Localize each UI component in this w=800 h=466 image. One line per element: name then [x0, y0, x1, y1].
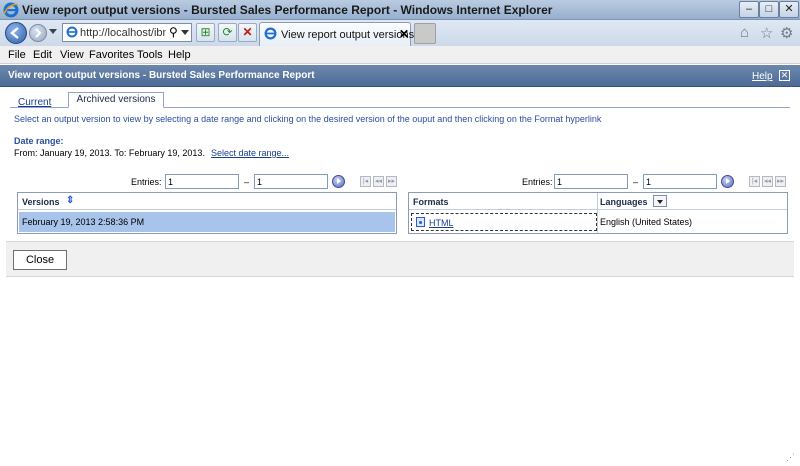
- previous-page-icon[interactable]: ◂◂: [762, 176, 773, 187]
- stop-button[interactable]: ✕: [238, 23, 257, 42]
- menu-help[interactable]: Help: [168, 49, 191, 61]
- window-title: View report output versions - Bursted Sa…: [22, 3, 553, 17]
- arrow-right-icon: [35, 28, 42, 38]
- maximize-button[interactable]: □: [759, 1, 779, 18]
- first-page-icon[interactable]: |◂: [360, 176, 371, 187]
- format-cell[interactable]: HTML: [411, 213, 597, 231]
- address-bar[interactable]: http://localhost/ibmcog ⚲: [62, 23, 192, 42]
- go-icon[interactable]: [721, 175, 734, 188]
- refresh-button[interactable]: ⟳: [218, 23, 237, 42]
- menu-file[interactable]: File: [8, 49, 26, 61]
- menu-tools[interactable]: Tools: [137, 49, 163, 61]
- favorites-star-icon[interactable]: ☆: [760, 24, 773, 42]
- footer-bar: Close: [6, 241, 794, 277]
- back-button[interactable]: [5, 22, 27, 44]
- language-value: English (United States): [600, 217, 693, 227]
- sort-icon[interactable]: ⇕: [66, 195, 74, 206]
- menu-favorites[interactable]: Favorites: [89, 49, 134, 61]
- window-close-button[interactable]: ✕: [779, 1, 799, 18]
- first-page-icon[interactable]: |◂: [749, 176, 760, 187]
- tab-archived-versions[interactable]: Archived versions: [68, 92, 164, 108]
- table-row[interactable]: February 19, 2013 2:58:36 PM: [19, 212, 395, 232]
- versions-table: Versions ⇕ February 19, 2013 2:58:36 PM: [17, 192, 397, 234]
- chevron-down-icon[interactable]: [181, 30, 189, 35]
- next-page-icon[interactable]: ▸▸: [386, 176, 397, 187]
- window-titlebar: View report output versions - Bursted Sa…: [0, 0, 800, 20]
- menu-edit[interactable]: Edit: [33, 49, 52, 61]
- gear-icon[interactable]: ⚙: [780, 24, 793, 42]
- entries-dash: –: [244, 177, 250, 187]
- browser-tab[interactable]: View report output versions ... ✕: [259, 22, 426, 46]
- entries-from-input[interactable]: [165, 174, 239, 189]
- new-tab-button[interactable]: [414, 23, 436, 44]
- ie-page-icon: [264, 27, 277, 40]
- formats-table: Formats Languages HTML English (United S…: [408, 192, 788, 234]
- resize-grip-icon[interactable]: ⋰: [786, 452, 798, 464]
- html-format-link[interactable]: HTML: [429, 218, 454, 228]
- internet-explorer-icon: [3, 2, 19, 18]
- close-button[interactable]: Close: [13, 250, 67, 270]
- menu-view[interactable]: View: [60, 49, 84, 61]
- date-range-text: From: January 19, 2013. To: February 19,…: [14, 148, 205, 158]
- entries-label: Entries:: [522, 177, 553, 187]
- refresh-icon: ⟳: [222, 25, 233, 39]
- column-divider: [597, 193, 598, 233]
- next-page-icon[interactable]: ▸▸: [775, 176, 786, 187]
- entries-label: Entries:: [131, 177, 162, 187]
- page-header: View report output versions - Bursted Sa…: [0, 65, 800, 87]
- close-page-icon[interactable]: ✕: [779, 70, 790, 81]
- ie-page-icon: [66, 26, 78, 38]
- date-range-heading: Date range:: [14, 136, 64, 146]
- entries-to-input[interactable]: [254, 174, 328, 189]
- versions-column-header[interactable]: Versions: [22, 197, 60, 207]
- home-icon[interactable]: ⌂: [740, 24, 749, 41]
- languages-dropdown[interactable]: [653, 195, 667, 207]
- tab-current[interactable]: Current: [18, 97, 51, 108]
- versions-pager: Entries: – |◂ ◂◂ ▸▸: [131, 174, 401, 190]
- instructions-text: Select an output version to view by sele…: [14, 114, 602, 124]
- entries-to-input[interactable]: [643, 174, 717, 189]
- page-title: View report output versions - Bursted Sa…: [8, 70, 315, 81]
- stop-icon: ✕: [242, 25, 253, 39]
- entries-dash: –: [633, 177, 639, 187]
- formats-header: Formats Languages: [409, 193, 787, 210]
- menu-bar: File Edit View Favorites Tools Help: [0, 46, 800, 64]
- forward-button[interactable]: [29, 24, 47, 42]
- minimize-button[interactable]: –: [739, 1, 759, 18]
- arrow-left-icon: [10, 27, 19, 39]
- formats-column-header: Formats: [413, 197, 449, 207]
- version-date[interactable]: February 19, 2013 2:58:36 PM: [22, 217, 144, 227]
- html-format-icon: [416, 217, 425, 227]
- formats-pager: Entries: – |◂ ◂◂ ▸▸: [522, 174, 792, 190]
- compatibility-view-button[interactable]: ⊞: [196, 23, 215, 42]
- versions-header: Versions ⇕: [18, 193, 396, 210]
- previous-page-icon[interactable]: ◂◂: [373, 176, 384, 187]
- navigation-bar: http://localhost/ibmcog ⚲ ⊞ ⟳ ✕ View rep…: [0, 20, 800, 46]
- entries-from-input[interactable]: [554, 174, 628, 189]
- tab-close-icon[interactable]: ✕: [399, 27, 409, 41]
- go-icon[interactable]: [332, 175, 345, 188]
- select-date-range-link[interactable]: Select date range...: [211, 148, 289, 158]
- compatibility-icon: ⊞: [200, 25, 211, 39]
- search-icon[interactable]: ⚲: [169, 25, 178, 39]
- url-text[interactable]: http://localhost/ibmcog: [80, 27, 166, 39]
- main-content: Current Archived versions Select an outp…: [0, 88, 800, 466]
- recent-pages-dropdown[interactable]: [49, 29, 57, 34]
- languages-column-header: Languages: [600, 197, 648, 207]
- help-link[interactable]: Help: [752, 71, 773, 82]
